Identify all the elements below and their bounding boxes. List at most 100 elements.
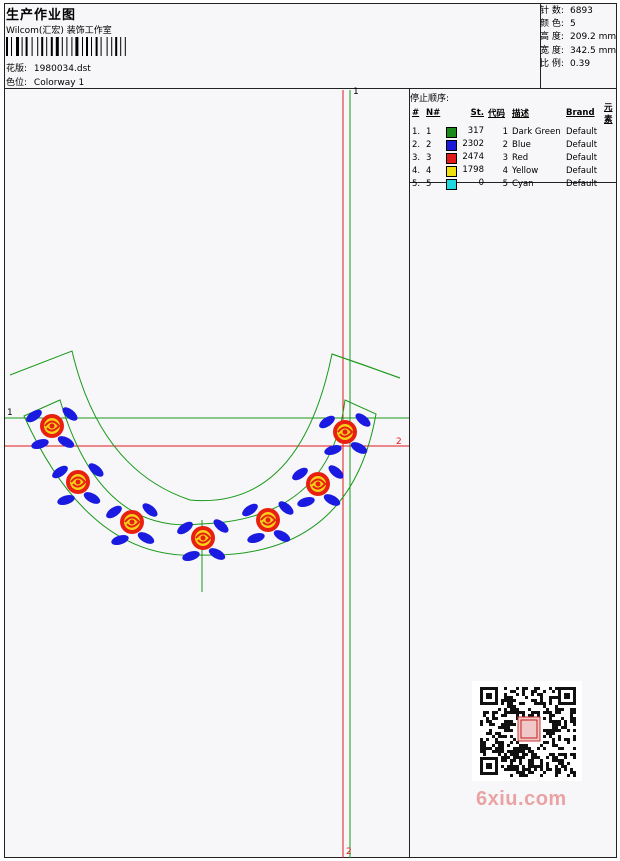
qr-module bbox=[525, 768, 528, 771]
qr-module bbox=[558, 753, 561, 756]
qr-module bbox=[531, 690, 534, 693]
qr-module bbox=[510, 753, 513, 756]
qr-module bbox=[552, 720, 555, 723]
qr-module bbox=[483, 714, 486, 717]
qr-module bbox=[519, 702, 522, 705]
qr-module bbox=[492, 711, 495, 714]
qr-module bbox=[513, 711, 516, 714]
qr-module bbox=[513, 765, 516, 768]
qr-module bbox=[555, 696, 558, 699]
qr-module bbox=[552, 759, 555, 762]
rose-motif bbox=[292, 465, 344, 508]
qr-module bbox=[516, 687, 519, 690]
qr-module bbox=[528, 747, 531, 750]
rose-center bbox=[265, 517, 271, 523]
qr-module bbox=[573, 720, 576, 723]
rose-center bbox=[75, 479, 81, 485]
qr-module bbox=[516, 747, 519, 750]
qr-module bbox=[531, 759, 534, 762]
qr-module bbox=[513, 705, 516, 708]
qr-module bbox=[516, 708, 519, 711]
qr-module bbox=[552, 753, 555, 756]
qr-module bbox=[525, 744, 528, 747]
qr-finder-core bbox=[564, 693, 570, 699]
qr-module bbox=[573, 753, 576, 756]
rose-center bbox=[49, 423, 55, 429]
qr-module bbox=[507, 729, 510, 732]
collar-right-tip bbox=[331, 353, 401, 379]
qr-module bbox=[549, 711, 552, 714]
qr-module bbox=[501, 723, 504, 726]
qr-module bbox=[522, 747, 525, 750]
qr-module bbox=[573, 735, 576, 738]
qr-module bbox=[549, 735, 552, 738]
leaf-shape bbox=[323, 494, 341, 506]
qr-module bbox=[552, 741, 555, 744]
qr-module bbox=[504, 759, 507, 762]
qr-module bbox=[543, 717, 546, 720]
qr-module bbox=[522, 768, 525, 771]
v-red-marker: 2 bbox=[346, 847, 352, 857]
qr-module bbox=[549, 687, 552, 690]
qr-module bbox=[504, 720, 507, 723]
qr-module bbox=[546, 762, 549, 765]
qr-module bbox=[480, 738, 483, 741]
qr-module bbox=[519, 744, 522, 747]
qr-module bbox=[495, 747, 498, 750]
qr-module bbox=[504, 714, 507, 717]
qr-module bbox=[492, 735, 495, 738]
qr-module bbox=[555, 771, 558, 774]
h-red-marker: 2 bbox=[396, 437, 402, 447]
qr-module bbox=[519, 759, 522, 762]
qr-module bbox=[513, 699, 516, 702]
qr-module bbox=[555, 720, 558, 723]
qr-module bbox=[516, 711, 519, 714]
qr-module bbox=[498, 741, 501, 744]
leaf-shape bbox=[208, 548, 226, 560]
qr-module bbox=[513, 708, 516, 711]
qr-module bbox=[492, 717, 495, 720]
qr-module bbox=[555, 756, 558, 759]
qr-module bbox=[483, 750, 486, 753]
v-green-marker: 1 bbox=[353, 87, 359, 97]
rose-motif bbox=[26, 407, 78, 450]
qr-module bbox=[480, 747, 483, 750]
qr-module bbox=[543, 771, 546, 774]
qr-module bbox=[537, 693, 540, 696]
qr-module bbox=[480, 723, 483, 726]
qr-module bbox=[492, 744, 495, 747]
qr-module bbox=[501, 699, 504, 702]
qr-module bbox=[498, 753, 501, 756]
qr-module bbox=[522, 711, 525, 714]
qr-module bbox=[564, 753, 567, 756]
qr-module bbox=[525, 747, 528, 750]
qr-module bbox=[510, 723, 513, 726]
qr-module bbox=[552, 732, 555, 735]
qr-module bbox=[549, 753, 552, 756]
leaf-shape bbox=[57, 494, 75, 506]
leaf-shape bbox=[111, 534, 129, 546]
qr-module bbox=[489, 723, 492, 726]
qr-module bbox=[522, 702, 525, 705]
rose-motif bbox=[106, 503, 158, 546]
qr-module bbox=[489, 720, 492, 723]
qr-module bbox=[561, 747, 564, 750]
qr-module bbox=[549, 717, 552, 720]
qr-module bbox=[492, 750, 495, 753]
qr-finder-core bbox=[486, 763, 492, 769]
qr-module bbox=[501, 735, 504, 738]
qr-module bbox=[525, 774, 528, 777]
rose-motif bbox=[242, 501, 294, 544]
qr-module bbox=[531, 750, 534, 753]
qr-module bbox=[522, 753, 525, 756]
qr-module bbox=[549, 768, 552, 771]
qr-module bbox=[522, 765, 525, 768]
qr-module bbox=[504, 699, 507, 702]
qr-module bbox=[540, 765, 543, 768]
qr-module bbox=[528, 708, 531, 711]
qr-module bbox=[570, 771, 573, 774]
qr-module bbox=[498, 726, 501, 729]
qr-module bbox=[570, 714, 573, 717]
qr-module bbox=[531, 693, 534, 696]
qr-module bbox=[504, 726, 507, 729]
